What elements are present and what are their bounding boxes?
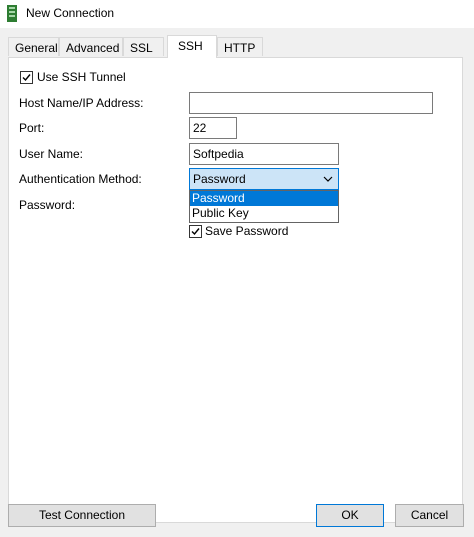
tab-general[interactable]: General [8,37,59,56]
use-ssh-tunnel-checkbox[interactable] [20,71,33,84]
user-name-input[interactable]: Softpedia [189,143,339,165]
password-label: Password: [19,198,76,212]
user-name-label: User Name: [19,147,84,161]
use-ssh-tunnel-label: Use SSH Tunnel [37,70,126,84]
port-label: Port: [19,121,45,135]
auth-method-label: Authentication Method: [19,172,142,186]
auth-option-password[interactable]: Password [190,191,338,206]
save-password-checkbox[interactable] [189,225,202,238]
port-input[interactable]: 22 [189,117,237,139]
tab-ssh[interactable]: SSH [167,35,217,58]
ok-button[interactable]: OK [316,504,384,527]
checkmark-icon [191,228,200,236]
auth-method-dropdown-list: Password Public Key [189,190,339,223]
app-icon [7,5,17,22]
host-label: Host Name/IP Address: [19,96,144,110]
title-bar: New Connection [0,0,474,28]
auth-method-select[interactable]: Password [189,168,339,190]
chevron-down-icon [323,176,333,182]
host-input[interactable] [189,92,433,114]
auth-method-value: Password [193,172,246,186]
save-password-label: Save Password [205,224,289,238]
dialog-body: General Advanced SSL SSH HTTP Use SSH Tu… [0,28,474,537]
tab-ssl[interactable]: SSL [123,37,164,56]
cancel-button[interactable]: Cancel [395,504,464,527]
ssh-panel: Use SSH Tunnel Host Name/IP Address: Por… [8,57,463,523]
tab-http[interactable]: HTTP [217,37,263,56]
test-connection-button[interactable]: Test Connection [8,504,156,527]
auth-option-public-key[interactable]: Public Key [190,206,338,221]
tab-advanced[interactable]: Advanced [59,37,123,56]
window-title: New Connection [26,6,115,20]
checkmark-icon [22,74,31,82]
